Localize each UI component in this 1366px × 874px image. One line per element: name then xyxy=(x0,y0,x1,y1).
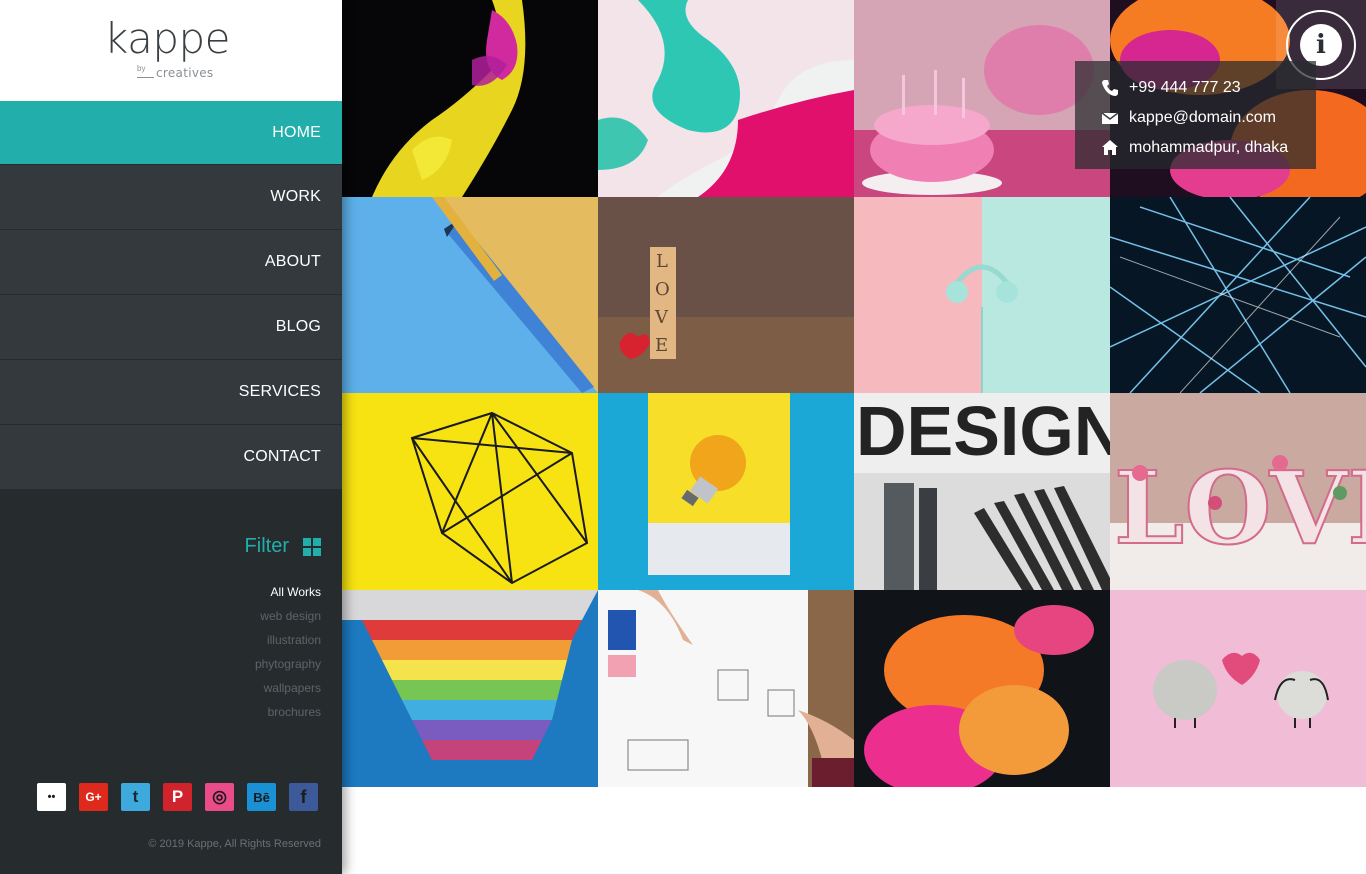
gallery-item-blue-pencil[interactable] xyxy=(342,197,598,393)
nav-item-services[interactable]: SERVICES xyxy=(0,360,342,425)
filter-list: All Works web design illustration phytog… xyxy=(255,580,321,724)
nav-item-home[interactable]: HOME xyxy=(0,101,342,165)
filter-web-design[interactable]: web design xyxy=(255,604,321,628)
filter-wallpapers[interactable]: wallpapers xyxy=(255,676,321,700)
nav-item-contact[interactable]: CONTACT xyxy=(0,425,342,490)
home-icon xyxy=(1102,140,1118,155)
love-block-letters: L xyxy=(656,251,668,272)
gallery-item-marble-teal-pink[interactable] xyxy=(598,0,854,197)
filter-all-works[interactable]: All Works xyxy=(255,580,321,604)
nav-item-work[interactable]: WORK xyxy=(0,165,342,230)
social-links: •• G+ t P ◎ Bē f xyxy=(37,783,318,811)
gallery-item-design-pencils[interactable]: DESIGN xyxy=(854,393,1110,590)
logo-tagline: creatives xyxy=(156,66,214,80)
love-letters-headline: LOVE xyxy=(1114,449,1366,567)
design-headline: DESIGN xyxy=(856,393,1110,470)
main-nav: HOME WORK ABOUT BLOG SERVICES CONTACT xyxy=(0,101,342,490)
contact-phone-row: +99 444 777 23 xyxy=(1075,73,1316,103)
info-icon: i xyxy=(1300,23,1342,66)
nav-item-about[interactable]: ABOUT xyxy=(0,230,342,295)
orange-smoke-image xyxy=(854,590,1110,787)
gallery-item-mint-headphones[interactable] xyxy=(854,197,1110,393)
gallery-item-light-bulb[interactable] xyxy=(598,393,854,590)
filter-title: Filter xyxy=(244,535,289,557)
contact-email[interactable]: kappe@domain.com xyxy=(1129,109,1276,127)
pinterest-icon[interactable]: P xyxy=(163,783,192,811)
contact-address-row: mohammadpur, dhaka xyxy=(1075,133,1316,163)
pink-cake-flowers-image xyxy=(854,0,1110,197)
gallery-item-ink-yellow-magenta[interactable] xyxy=(342,0,598,197)
dribbble-icon[interactable]: ◎ xyxy=(205,783,234,811)
contact-email-row: kappe@domain.com xyxy=(1075,103,1316,133)
gallery-item-wire-geometry-yellow[interactable] xyxy=(342,393,598,590)
logo-underline xyxy=(137,77,154,78)
gallery-item-blue-light-lines[interactable] xyxy=(1110,197,1366,393)
love-block-v: V xyxy=(654,307,669,328)
phone-icon xyxy=(1102,80,1118,96)
flickr-icon[interactable]: •• xyxy=(37,783,66,811)
light-bulb-image xyxy=(598,393,854,590)
contact-address: mohammadpur, dhaka xyxy=(1129,139,1289,156)
design-pencils-image: DESIGN xyxy=(854,393,1110,590)
twitter-icon[interactable]: t xyxy=(121,783,150,811)
gallery-item-orange-smoke[interactable] xyxy=(854,590,1110,787)
floral-love-letters-image: LOVE xyxy=(1110,393,1366,590)
stone-love-couple-image xyxy=(1110,590,1366,787)
marble-teal-pink-image xyxy=(598,0,854,197)
contact-phone[interactable]: +99 444 777 23 xyxy=(1129,79,1241,97)
gallery-item-sketching-hands[interactable] xyxy=(598,590,854,787)
blue-pencil-image xyxy=(342,197,598,393)
behance-icon[interactable]: Bē xyxy=(247,783,276,811)
filter-brochures[interactable]: brochures xyxy=(255,700,321,724)
logo-by: by xyxy=(137,64,146,73)
ink-yellow-magenta-image xyxy=(342,0,598,197)
love-blocks-image: L O V E xyxy=(598,197,854,393)
logo[interactable]: kappe by creatives xyxy=(0,0,342,101)
logo-wordmark: kappe xyxy=(104,14,230,63)
blue-light-lines-image xyxy=(1110,197,1366,393)
love-block-e: E xyxy=(655,335,668,356)
color-swatches-image xyxy=(342,590,598,787)
sketching-hands-image xyxy=(598,590,854,787)
gallery-item-love-blocks[interactable]: L O V E xyxy=(598,197,854,393)
mint-headphones-image xyxy=(854,197,1110,393)
filter-illustration[interactable]: illustration xyxy=(255,628,321,652)
sidebar: kappe by creatives HOME WORK ABOUT BLOG … xyxy=(0,0,342,874)
gallery-item-stone-love-couple[interactable] xyxy=(1110,590,1366,787)
facebook-icon[interactable]: f xyxy=(289,783,318,811)
filter-header: Filter xyxy=(245,535,321,558)
wire-geometry-yellow-image xyxy=(342,393,598,590)
contact-info-panel: +99 444 777 23 kappe@domain.com mohammad… xyxy=(1075,61,1316,169)
copyright: © 2019 Kappe, All Rights Reserved xyxy=(148,838,321,850)
envelope-icon xyxy=(1101,112,1119,124)
google-plus-icon[interactable]: G+ xyxy=(79,783,108,811)
gallery-item-pink-cake-flowers[interactable] xyxy=(854,0,1110,197)
nav-item-blog[interactable]: BLOG xyxy=(0,295,342,360)
love-block-o: O xyxy=(655,279,670,300)
gallery-item-floral-love-letters[interactable]: LOVE xyxy=(1110,393,1366,590)
gallery-item-color-swatches[interactable] xyxy=(342,590,598,787)
filter-photography[interactable]: phytography xyxy=(255,652,321,676)
grid-icon[interactable] xyxy=(303,537,321,556)
